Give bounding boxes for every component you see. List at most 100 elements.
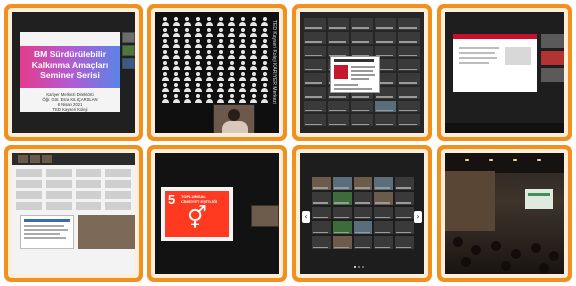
participant-tile[interactable] (395, 177, 414, 190)
participant-tile[interactable] (374, 100, 397, 113)
participant-avatar-icon[interactable] (228, 72, 236, 81)
participant-tile[interactable] (332, 206, 352, 220)
participant-tile[interactable] (398, 73, 420, 85)
participant-avatar-icon[interactable] (250, 83, 258, 92)
participant-avatar-icon[interactable] (161, 83, 169, 92)
participant-avatar-icon[interactable] (261, 28, 269, 37)
participant-avatar-icon[interactable] (261, 83, 269, 92)
page-dot[interactable] (354, 266, 356, 268)
participant-tile[interactable] (351, 31, 373, 44)
participant-video[interactable] (541, 68, 564, 82)
participant-avatar-icon[interactable] (217, 61, 225, 70)
participant-avatar-icon[interactable] (183, 61, 191, 70)
participant-avatar-icon[interactable] (261, 39, 269, 48)
participant-avatar-icon[interactable] (205, 17, 213, 26)
participant-avatar-icon[interactable] (228, 83, 236, 92)
participant-avatar-icon[interactable] (161, 50, 169, 59)
participant-avatar-icon[interactable] (194, 83, 202, 92)
participant-tile[interactable] (312, 191, 331, 205)
participant-avatar-icon[interactable] (205, 94, 213, 103)
participant-tile[interactable] (304, 45, 326, 58)
participant-tile[interactable] (374, 18, 397, 30)
participant-tile[interactable] (312, 206, 331, 220)
participant-avatar-icon[interactable] (194, 39, 202, 48)
participant-avatar-icon[interactable] (250, 17, 258, 26)
participant-avatar-icon[interactable] (228, 39, 236, 48)
next-page-arrow-icon[interactable]: › (414, 211, 422, 223)
participant-video[interactable] (541, 34, 564, 48)
participant-avatar-icon[interactable] (161, 94, 169, 103)
participant-avatar-icon[interactable] (261, 72, 269, 81)
participant-avatar-icon[interactable] (239, 94, 247, 103)
participant-avatar-icon[interactable] (172, 72, 180, 81)
participant-avatar-icon[interactable] (205, 61, 213, 70)
participant-avatar-icon[interactable] (161, 28, 169, 37)
participant-avatar-icon[interactable] (172, 28, 180, 37)
participant-avatar-icon[interactable] (228, 94, 236, 103)
participant-avatar-icon[interactable] (228, 61, 236, 70)
participant-avatar-icon[interactable] (172, 61, 180, 70)
participant-tile[interactable] (312, 236, 331, 249)
participant-avatar-icon[interactable] (239, 83, 247, 92)
participant-avatar-icon[interactable] (205, 39, 213, 48)
participant-tile[interactable] (374, 236, 394, 249)
participant-avatar-icon[interactable] (183, 83, 191, 92)
participant-tile[interactable] (327, 114, 350, 126)
page-dot[interactable] (358, 266, 360, 268)
participant-video[interactable] (42, 155, 52, 163)
participant-video[interactable] (122, 32, 135, 43)
participant-tile[interactable] (395, 206, 414, 220)
participant-tile[interactable] (374, 114, 397, 126)
participant-avatar-icon[interactable] (161, 17, 169, 26)
participant-avatar-icon[interactable] (172, 39, 180, 48)
participant-avatar-icon[interactable] (194, 94, 202, 103)
participant-avatar-icon[interactable] (250, 72, 258, 81)
participant-tile[interactable] (304, 59, 326, 71)
participant-tile[interactable] (353, 206, 373, 220)
participant-avatar-icon[interactable] (217, 50, 225, 59)
participant-tile[interactable] (327, 18, 350, 30)
participant-tile[interactable] (398, 114, 420, 126)
participant-avatar-icon[interactable] (228, 50, 236, 59)
participant-video[interactable] (18, 155, 28, 163)
participant-tile[interactable] (351, 114, 373, 126)
participant-avatar-icon[interactable] (183, 72, 191, 81)
participant-tile[interactable] (304, 86, 326, 99)
participant-avatar-icon[interactable] (250, 94, 258, 103)
participant-tile[interactable] (304, 31, 326, 44)
participant-tile[interactable] (395, 221, 414, 235)
participant-avatar-icon[interactable] (228, 17, 236, 26)
participant-avatar-icon[interactable] (217, 94, 225, 103)
participant-tile[interactable] (312, 177, 331, 190)
participant-video[interactable] (122, 58, 135, 69)
participant-tile[interactable] (332, 191, 352, 205)
participant-tile[interactable] (398, 100, 420, 113)
participant-avatar-icon[interactable] (250, 50, 258, 59)
participant-tile[interactable] (374, 177, 394, 190)
participant-tile[interactable] (353, 221, 373, 235)
participant-avatar-icon[interactable] (261, 50, 269, 59)
participant-tile[interactable] (353, 236, 373, 249)
participant-avatar-icon[interactable] (161, 61, 169, 70)
participant-avatar-icon[interactable] (194, 28, 202, 37)
speaker-video[interactable] (251, 205, 279, 227)
participant-avatar-icon[interactable] (217, 28, 225, 37)
page-dot[interactable] (362, 266, 364, 268)
participant-avatar-icon[interactable] (183, 28, 191, 37)
participant-avatar-icon[interactable] (172, 50, 180, 59)
participant-avatar-icon[interactable] (261, 94, 269, 103)
participant-tile[interactable] (374, 206, 394, 220)
participant-tile[interactable] (332, 221, 352, 235)
participant-avatar-icon[interactable] (228, 28, 236, 37)
participant-tile[interactable] (398, 45, 420, 58)
participant-avatar-icon[interactable] (239, 17, 247, 26)
participant-avatar-icon[interactable] (172, 94, 180, 103)
participant-avatar-icon[interactable] (194, 61, 202, 70)
participant-avatar-icon[interactable] (161, 39, 169, 48)
participant-avatar-icon[interactable] (172, 17, 180, 26)
participant-video[interactable] (30, 155, 40, 163)
participant-tile[interactable] (353, 177, 373, 190)
participant-avatar-icon[interactable] (183, 39, 191, 48)
participant-avatar-icon[interactable] (261, 17, 269, 26)
participant-tile[interactable] (374, 221, 394, 235)
